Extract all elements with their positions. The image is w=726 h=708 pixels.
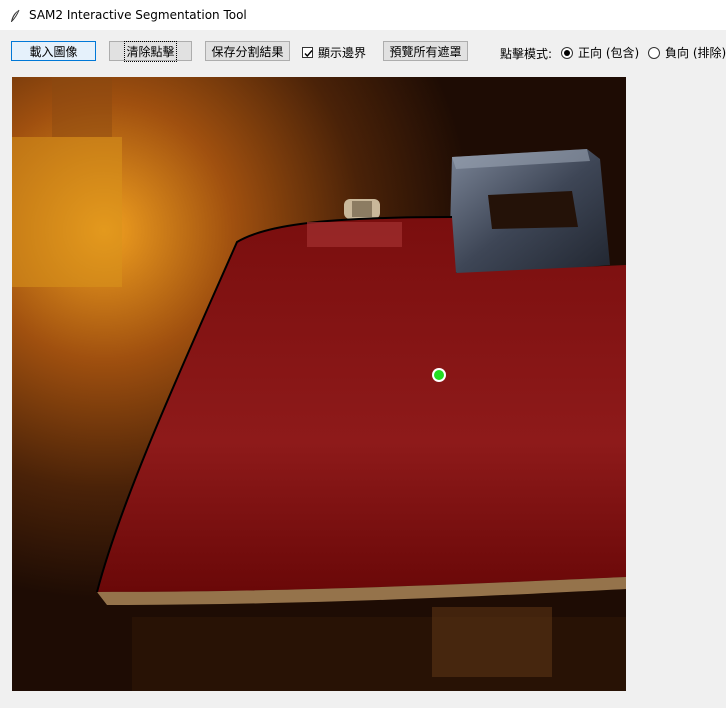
background-light-blob (52, 77, 112, 137)
mode-positive-radio[interactable]: 正向 (包含) (561, 44, 639, 61)
feather-icon (9, 8, 21, 22)
clear-points-button[interactable]: 清除點擊 (109, 40, 192, 62)
save-result-label: 保存分割結果 (211, 44, 284, 59)
click-mode-label: 點擊模式: (500, 47, 553, 61)
mode-negative-radio[interactable]: 負向 (排除) (648, 44, 726, 61)
radio-selected-indicator[interactable] (561, 46, 573, 59)
preview-masks-label: 預覽所有遮罩 (389, 44, 462, 59)
title-bar: SAM2 Interactive Segmentation Tool (0, 0, 726, 30)
load-image-button[interactable]: 載入圖像 (11, 41, 96, 61)
mode-positive-label: 正向 (包含) (578, 46, 640, 60)
background-light-blob (12, 137, 122, 287)
checkbox-box[interactable] (302, 47, 313, 58)
mode-negative-label: 負向 (排除) (665, 46, 726, 60)
background-light-blob (432, 607, 552, 677)
radio-unselected-indicator[interactable] (648, 46, 660, 59)
preview-masks-button[interactable]: 預覽所有遮罩 (383, 41, 468, 61)
buckle-latch (449, 149, 610, 277)
checkmark-icon (304, 50, 313, 58)
toolbar: 載入圖像 清除點擊 保存分割結果 顯示邊界 預覽所有遮罩 點擊模式: 正向 (包… (0, 30, 726, 75)
load-image-label: 載入圖像 (29, 44, 78, 59)
save-result-button[interactable]: 保存分割結果 (205, 41, 290, 61)
window-title: SAM2 Interactive Segmentation Tool (29, 8, 247, 22)
show-border-checkbox[interactable]: 顯示邊界 (302, 44, 366, 61)
segmentation-view[interactable] (12, 77, 626, 691)
mask-texture-patch (307, 222, 402, 247)
image-canvas[interactable] (12, 77, 626, 691)
app-window: SAM2 Interactive Segmentation Tool 載入圖像 … (0, 0, 726, 708)
show-border-label: 顯示邊界 (318, 46, 367, 60)
buckle-stud (344, 199, 380, 219)
positive-point-marker[interactable] (432, 368, 446, 382)
clear-points-label: 清除點擊 (124, 40, 177, 62)
